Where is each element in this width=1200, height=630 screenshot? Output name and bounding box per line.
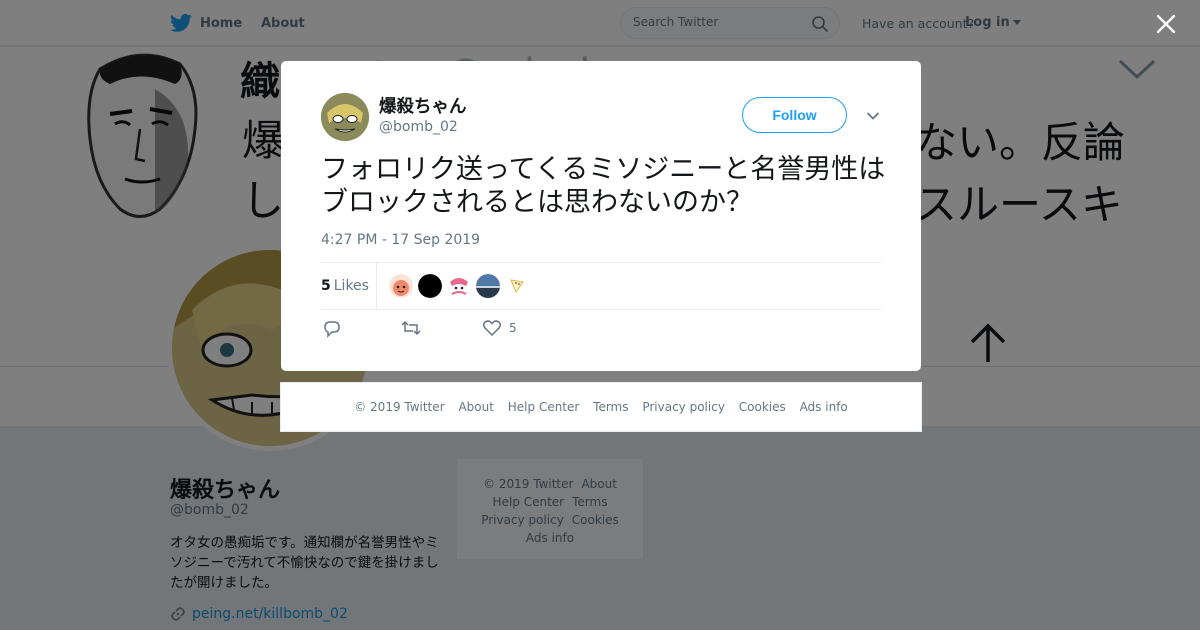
liker-avatar[interactable]: [476, 274, 500, 298]
like-count: 5: [509, 321, 517, 335]
liker-avatar[interactable]: [505, 274, 529, 298]
like-button[interactable]: 5: [483, 320, 517, 336]
liker-avatar[interactable]: [447, 274, 471, 298]
footer-cookies-link[interactable]: Cookies: [739, 400, 786, 414]
footer-ads-info-link[interactable]: Ads info: [800, 400, 848, 414]
tweet-author-avatar[interactable]: [321, 93, 369, 141]
retweet-icon: [401, 320, 421, 336]
tweet-modal: 爆殺ちゃん @bomb_02 Follow フォロリク送ってくるミソジニーと名誉…: [281, 61, 921, 371]
tweet-stats: 5 Likes: [321, 262, 881, 310]
tweet-author-handle[interactable]: @bomb_02: [379, 119, 458, 135]
footer-terms-link[interactable]: Terms: [593, 400, 628, 414]
modal-footer: © 2019 Twitter About Help Center Terms P…: [280, 382, 922, 432]
retweet-button[interactable]: [401, 320, 421, 336]
footer-privacy-link[interactable]: Privacy policy: [642, 400, 725, 414]
tweet-author-name[interactable]: 爆殺ちゃん: [379, 93, 467, 118]
tweet-text: フォロリク送ってくるミソジニーと名誉男性はブロックされるとは思わないのか？: [321, 154, 886, 218]
liker-avatar[interactable]: [418, 274, 442, 298]
reply-icon: [324, 321, 340, 338]
close-icon[interactable]: [1154, 12, 1178, 36]
liker-avatar[interactable]: [389, 274, 413, 298]
tweet-actions: 5: [321, 320, 621, 344]
liker-avatars: [389, 274, 534, 298]
likes-label: Likes: [333, 278, 369, 294]
footer-help-center-link[interactable]: Help Center: [508, 400, 580, 414]
likes-count: 5: [321, 278, 331, 294]
likes-stat[interactable]: 5 Likes: [321, 278, 369, 294]
tweet-timestamp[interactable]: 4:27 PM - 17 Sep 2019: [321, 232, 480, 248]
heart-icon: [483, 320, 501, 336]
follow-button[interactable]: Follow: [742, 97, 847, 133]
stat-divider: [376, 263, 377, 310]
chevron-down-icon[interactable]: [866, 111, 880, 121]
tweet-author-avatar-image: [321, 93, 369, 141]
reply-button[interactable]: [323, 320, 341, 338]
footer-about-link[interactable]: About: [458, 400, 493, 414]
footer-copyright: © 2019 Twitter: [354, 400, 445, 414]
